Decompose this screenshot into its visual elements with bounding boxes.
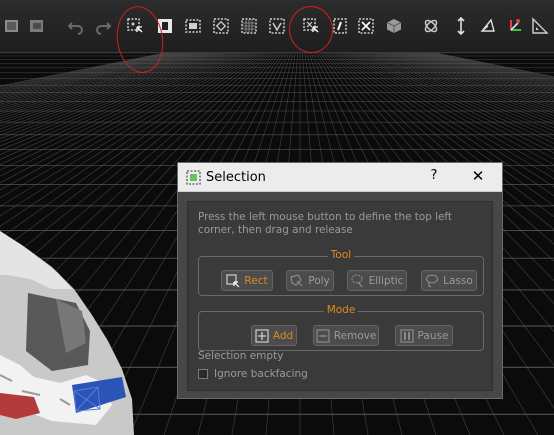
rect-tool-icon	[226, 273, 240, 287]
poly-tool-button[interactable]: Poly	[286, 270, 334, 291]
crop-icon[interactable]	[330, 16, 350, 36]
axes-icon[interactable]	[505, 16, 525, 36]
orbit-icon[interactable]	[421, 16, 441, 36]
selection-icon	[186, 170, 201, 185]
pause-mode-button[interactable]: Pause	[395, 325, 453, 346]
close-button[interactable]: ✕	[470, 167, 486, 185]
lasso-tool-button[interactable]: Lasso	[421, 270, 477, 291]
instruction-text: Press the left mouse button to define th…	[198, 211, 452, 236]
tool-group: Tool Rect Poly Elliptic Lasso	[198, 249, 484, 296]
layer-stack-icon[interactable]	[27, 16, 47, 36]
select-none-icon[interactable]	[211, 16, 231, 36]
lasso-tool-icon	[426, 274, 439, 288]
select-filter-icon[interactable]	[267, 16, 287, 36]
mode-group-label: Mode	[323, 304, 359, 316]
measure-icon[interactable]	[530, 16, 550, 36]
poly-tool-icon	[290, 273, 303, 286]
tool-group-label: Tool	[327, 249, 355, 261]
box-icon[interactable]	[384, 16, 404, 36]
toolbar	[0, 0, 554, 53]
elliptic-tool-button[interactable]: Elliptic	[347, 270, 407, 291]
invert-select-icon[interactable]	[155, 16, 175, 36]
layer-icon[interactable]	[2, 16, 22, 36]
remove-mode-label: Remove	[333, 329, 377, 342]
dialog-body: Press the left mouse button to define th…	[187, 201, 493, 391]
dialog-title-bar[interactable]: Selection ? ✕	[178, 163, 502, 192]
dialog-title: Selection	[206, 170, 266, 185]
elliptic-tool-icon	[350, 273, 363, 287]
rect-tool-label: Rect	[244, 274, 268, 287]
selection-dialog: Selection ? ✕ Press the left mouse butto…	[177, 162, 503, 399]
ignore-backfacing-checkbox[interactable]	[198, 369, 208, 379]
selection-status: Selection empty	[198, 350, 284, 362]
rect-tool-button[interactable]: Rect	[221, 270, 273, 291]
undo-icon[interactable]	[66, 16, 86, 36]
select-all-icon[interactable]	[183, 16, 203, 36]
help-button[interactable]: ?	[428, 168, 440, 183]
selection-tool-icon[interactable]	[301, 16, 321, 36]
rect-select-icon[interactable]	[125, 16, 145, 36]
remove-mode-button[interactable]: Remove	[313, 325, 379, 346]
ignore-backfacing-label: Ignore backfacing	[214, 368, 308, 380]
ignore-backfacing-row[interactable]: Ignore backfacing	[198, 368, 308, 380]
remove-mode-icon	[316, 328, 330, 343]
elliptic-tool-label: Elliptic	[368, 274, 404, 287]
add-mode-button[interactable]: Add	[251, 325, 297, 346]
select-grid-icon[interactable]	[239, 16, 259, 36]
mode-group: Mode Add Remove Pause	[198, 304, 484, 351]
add-mode-label: Add	[272, 329, 294, 342]
pause-mode-label: Pause	[417, 329, 449, 342]
redo-icon[interactable]	[93, 16, 113, 36]
add-mode-icon	[255, 328, 269, 343]
delete-selection-icon[interactable]	[356, 16, 376, 36]
pause-mode-icon	[399, 328, 414, 343]
pose-icon[interactable]	[478, 16, 498, 36]
vertical-axis-icon[interactable]	[451, 16, 471, 36]
lasso-tool-label: Lasso	[443, 274, 473, 287]
poly-tool-label: Poly	[308, 274, 330, 287]
